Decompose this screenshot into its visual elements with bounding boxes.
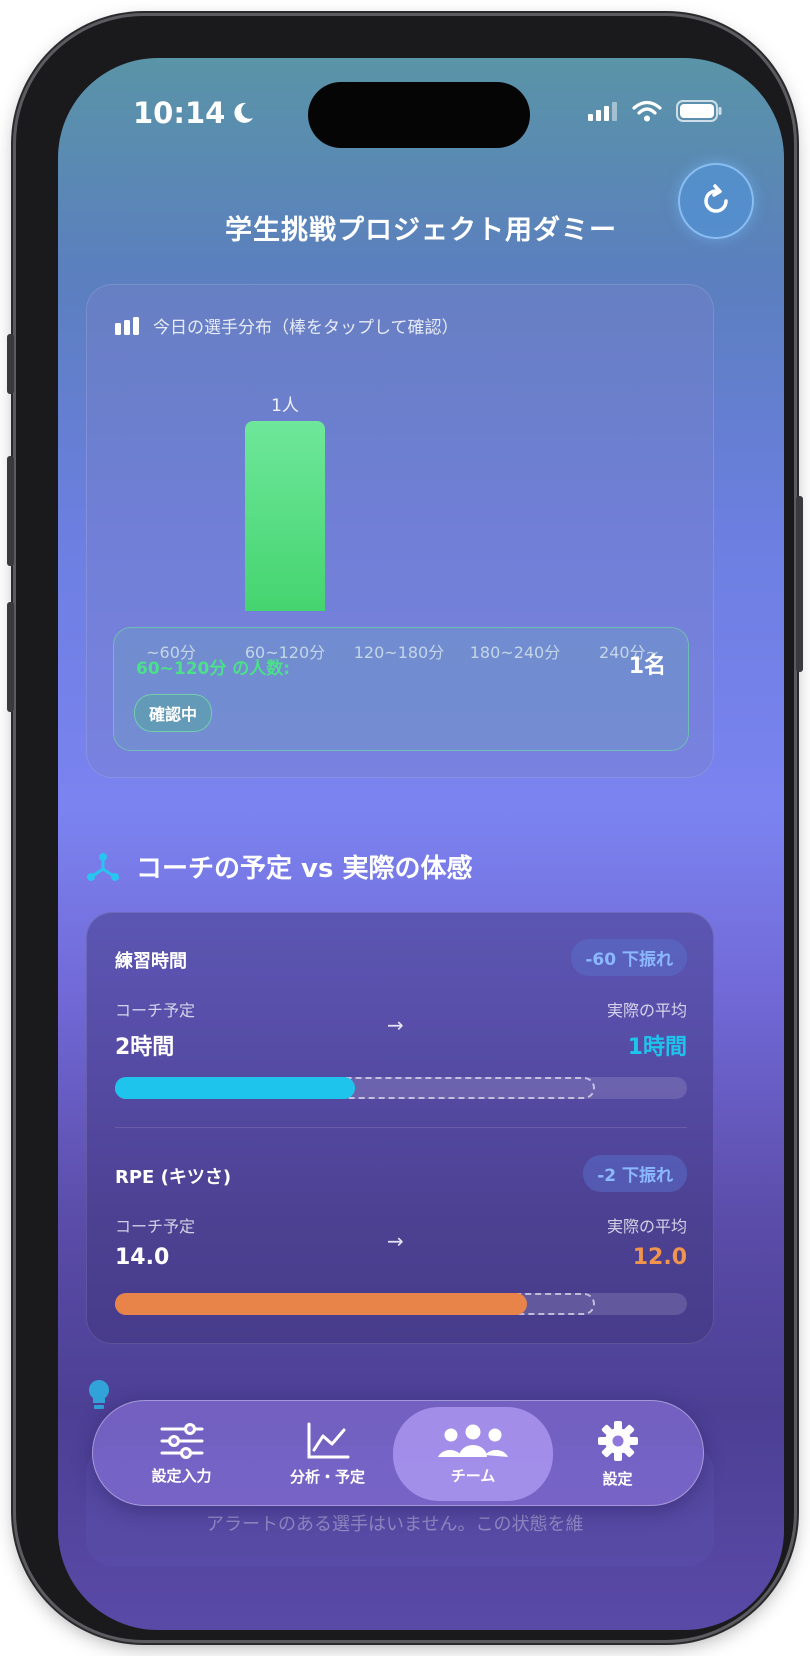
comparison-card: 練習時間 -60 下振れ コーチ予定 2時間 → 実際の平均 1時間 RPE (… [86, 912, 714, 1344]
divider [115, 1127, 687, 1128]
power-button [796, 496, 803, 672]
status-indicators [588, 100, 722, 122]
distribution-chart: ~60分 1人 60~120分 120~180分 180~240分 240分~ [87, 345, 715, 662]
phone-frame: 10:14 学生挑戦プロジェクト用ダミー 今日の選手分布（棒をタップして確認） … [7, 16, 803, 1640]
metric-practice-time: 練習時間 -60 下振れ コーチ予定 2時間 → 実際の平均 1時間 [87, 913, 715, 1113]
refresh-button[interactable] [678, 163, 754, 239]
battery-icon [676, 100, 722, 122]
metric-name: RPE (キツさ) [115, 1167, 232, 1188]
bar-data-label: 1人 [271, 396, 299, 416]
selection-detail: 60~120分 の人数: 1名 確認中 [113, 627, 689, 751]
sliders-icon [160, 1422, 203, 1459]
actual-value: 1時間 [627, 1035, 687, 1060]
tab-team[interactable]: チーム [393, 1407, 553, 1501]
line-chart-icon [307, 1422, 349, 1458]
app-screen: 10:14 学生挑戦プロジェクト用ダミー 今日の選手分布（棒をタップして確認） … [58, 58, 784, 1630]
chart-title-text: 今日の選手分布（棒をタップして確認） [153, 318, 459, 338]
metric-name: 練習時間 [115, 951, 187, 972]
deviation-badge: -60 下振れ [571, 939, 687, 976]
tab-label: 分析・予定 [289, 1467, 365, 1486]
status-badge: 確認中 [134, 694, 213, 732]
actual-value: 12.0 [632, 1245, 687, 1270]
comparison-section-title: コーチの予定 vs 実際の体感 [86, 848, 473, 885]
status-bar: 10:14 [58, 96, 784, 136]
distribution-card: 今日の選手分布（棒をタップして確認） ~60分 1人 60~120分 120~180分… [86, 284, 714, 778]
tab-settings-input[interactable]: 設定入力 [105, 1401, 258, 1507]
planned-value: 2時間 [115, 1035, 175, 1060]
tab-analysis[interactable]: 分析・予定 [251, 1401, 404, 1507]
progress-track [115, 1293, 687, 1315]
chart-title: 今日の選手分布（棒をタップして確認） [115, 313, 459, 338]
moon-icon [234, 102, 254, 123]
selection-label: 60~120分 の人数: [136, 659, 291, 679]
planned-label: コーチ予定 [115, 1001, 196, 1020]
team-icon [438, 1424, 508, 1457]
tab-label: 設定 [602, 1469, 633, 1488]
signal-icon [588, 102, 617, 121]
volume-up-button [7, 456, 14, 566]
progress-track [115, 1077, 687, 1099]
refresh-icon [704, 184, 728, 213]
planned-label: コーチ予定 [115, 1217, 196, 1236]
actual-bar [115, 1077, 356, 1099]
planned-value: 14.0 [115, 1245, 170, 1270]
tab-bar: 設定入力 分析・予定 チーム 設定 [92, 1400, 704, 1506]
alert-text: アラートのある選手はいません。この状態を維 [206, 1514, 584, 1535]
selection-count: 1名 [628, 654, 666, 679]
gear-icon [597, 1420, 638, 1461]
actual-label: 実際の平均 [606, 1217, 687, 1236]
chart-bar[interactable] [245, 421, 325, 611]
clock-text: 10:14 [133, 96, 226, 130]
volume-down-button [7, 602, 14, 712]
page-title: 学生挑戦プロジェクト用ダミー [225, 215, 617, 246]
actual-bar [115, 1293, 527, 1315]
arrow-icon: → [387, 1013, 404, 1037]
deviation-badge: -2 下振れ [583, 1155, 687, 1192]
actual-label: 実際の平均 [606, 1001, 687, 1020]
status-time: 10:14 [133, 96, 255, 130]
metric-rpe: RPE (キツさ) -2 下振れ コーチ予定 14.0 → 実際の平均 12.0 [87, 1129, 715, 1329]
tab-settings[interactable]: 設定 [541, 1401, 694, 1507]
tab-label: 設定入力 [151, 1466, 212, 1485]
wifi-icon [632, 100, 662, 122]
mute-switch [7, 334, 14, 394]
bar-chart-icon [115, 316, 139, 335]
section-title-text: コーチの予定 vs 実際の体感 [136, 854, 473, 884]
tab-label: チーム [450, 1466, 496, 1485]
arrow-icon: → [387, 1229, 404, 1253]
network-icon [87, 852, 119, 881]
